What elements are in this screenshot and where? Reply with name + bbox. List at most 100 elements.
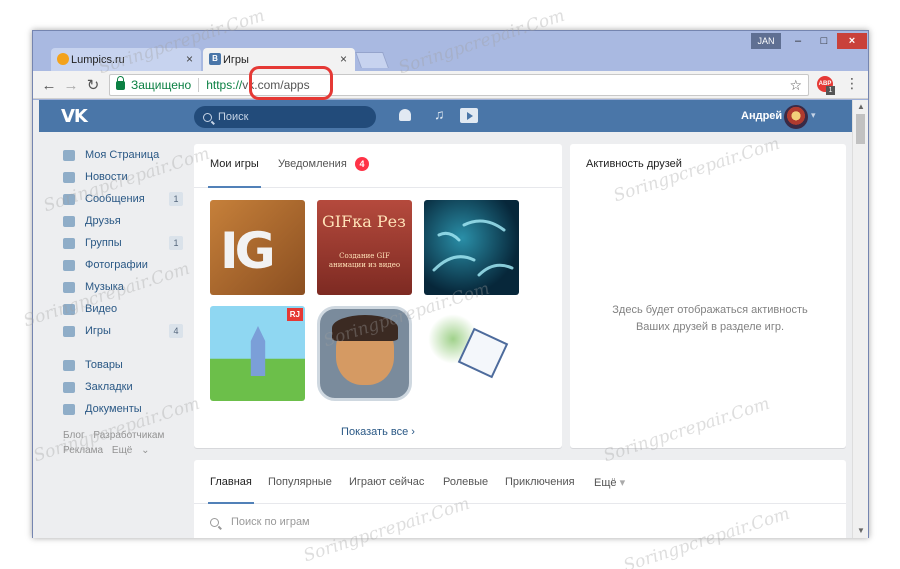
bell-icon[interactable] [399, 109, 411, 121]
vk-header: VK Поиск ♫ Андрей ▾ [39, 100, 852, 132]
home-icon [63, 149, 75, 161]
friends-activity-title: Активность друзей [586, 158, 682, 170]
avatar[interactable] [784, 105, 808, 129]
tab-lumpics[interactable]: Lumpics.ru × [51, 48, 201, 71]
camera-icon [63, 259, 75, 271]
scroll-down-arrow-icon[interactable]: ▼ [853, 524, 868, 538]
sidebar-item-label: Товары [85, 359, 123, 371]
show-all-label: Показать все [341, 426, 409, 438]
sidebar-item-games[interactable]: Игры 4 [63, 320, 183, 342]
sidebar-item-music[interactable]: Музыка [63, 276, 183, 298]
friends-icon [63, 215, 75, 227]
sidebar-item-label: Закладки [85, 381, 133, 393]
sidebar-item-label: Документы [85, 403, 142, 415]
friends-activity-panel: Активность друзей Здесь будет отображать… [570, 144, 846, 448]
sidebar-item-label: Фотографии [85, 259, 148, 271]
sidebar-item-documents[interactable]: Документы [63, 398, 183, 420]
close-window-button[interactable]: × [837, 33, 867, 49]
tab-more-label: Ещё [594, 477, 617, 489]
chevron-down-icon: ▾ [619, 477, 626, 489]
maximize-button[interactable]: □ [811, 33, 837, 49]
close-tab-icon[interactable]: × [340, 52, 347, 66]
scroll-thumb[interactable] [856, 114, 865, 144]
games-search-placeholder: Поиск по играм [231, 516, 310, 528]
search-placeholder: Поиск [218, 111, 249, 123]
game-tile-title: GIFка Рез [322, 212, 406, 231]
groups-icon [63, 237, 75, 249]
page-scrollbar[interactable]: ▲ ▼ [852, 100, 868, 538]
scroll-up-arrow-icon[interactable]: ▲ [853, 100, 868, 114]
sidebar-item-friends[interactable]: Друзья [63, 210, 183, 232]
reload-icon[interactable]: ↻ [83, 75, 103, 95]
footer-link-developers[interactable]: Разработчикам [93, 430, 164, 441]
browser-menu-icon[interactable]: ⋮ [845, 75, 859, 92]
chevron-down-icon[interactable]: ▾ [811, 110, 816, 121]
footer-link-more[interactable]: Ещё ⌄ [112, 445, 156, 456]
game-tile-dice[interactable] [424, 306, 519, 401]
tab-more[interactable]: Ещё ▾ [594, 476, 625, 489]
sidebar-item-groups[interactable]: Группы 1 [63, 232, 183, 254]
game-tile-bacteria[interactable] [424, 200, 519, 295]
vk-search-input[interactable]: Поиск [194, 106, 376, 128]
forward-arrow-icon[interactable]: → [61, 75, 81, 95]
tab-adventure[interactable]: Приключения [505, 476, 575, 488]
footer-link-blog[interactable]: Блог [63, 430, 85, 441]
game-tile-ig[interactable]: IG [210, 200, 305, 295]
game-tile-subtitle: Создание GIF анимации из видео [328, 252, 401, 269]
sidebar-item-label: Моя Страница [85, 149, 160, 161]
close-tab-icon[interactable]: × [186, 52, 193, 66]
tab-rpg[interactable]: Ролевые [443, 476, 488, 488]
game-tile-gifka[interactable]: GIFка Рез Создание GIF анимации из видео [317, 200, 412, 295]
sidebar-item-label: Новости [85, 171, 128, 183]
minimize-button[interactable]: – [785, 33, 811, 49]
empty-text-line: Здесь будет отображаться активность [612, 304, 808, 316]
url-highlight-annotation [249, 66, 333, 100]
game-tile-castle[interactable]: RJ [210, 306, 305, 401]
sidebar-item-label: Друзья [85, 215, 121, 227]
sidebar-item-my-page[interactable]: Моя Страница [63, 144, 183, 166]
games-search-input[interactable]: Поиск по играм [210, 516, 310, 528]
messages-icon [63, 193, 75, 205]
tab-title: Игры [223, 53, 249, 66]
browser-window: Lumpics.ru × B Игры × JAN – □ × ← → ↻ За… [32, 30, 869, 538]
bookmark-star-icon[interactable]: ☆ [789, 77, 802, 94]
sidebar-item-messages[interactable]: Сообщения 1 [63, 188, 183, 210]
play-icon[interactable] [460, 108, 478, 123]
back-arrow-icon[interactable]: ← [39, 75, 59, 95]
user-name[interactable]: Андрей [741, 110, 782, 122]
sidebar-item-bookmarks[interactable]: Закладки [63, 376, 183, 398]
adblock-count: 1 [826, 86, 835, 95]
tab-main[interactable]: Главная [208, 476, 254, 504]
sidebar-item-label: Игры [85, 325, 111, 337]
music-note-icon[interactable]: ♫ [434, 106, 445, 122]
game-tile-hero[interactable] [317, 306, 412, 401]
chevron-down-icon: ⌄ [141, 445, 150, 456]
hero-hair-image [332, 315, 398, 341]
tab-notifications[interactable]: Уведомления [278, 158, 347, 170]
tab-my-games[interactable]: Мои игры [208, 158, 261, 188]
search-icon [203, 112, 212, 122]
sidebar-item-video[interactable]: Видео [63, 298, 183, 320]
sidebar-item-goods[interactable]: Товары [63, 354, 183, 376]
bacteria-image [432, 219, 514, 277]
vk-logo[interactable]: VK [61, 106, 88, 127]
left-menu: Моя Страница Новости Сообщения 1 Друзья … [63, 144, 183, 458]
sidebar-item-news[interactable]: Новости [63, 166, 183, 188]
footer-link-ads[interactable]: Реклама [63, 445, 103, 456]
show-all-link[interactable]: Показать все › [194, 426, 562, 438]
castle-image [250, 326, 266, 376]
address-bar[interactable]: Защищено https:// vk .com/apps ☆ [109, 74, 809, 96]
counter-badge: 1 [169, 236, 183, 250]
url-scheme: https:// [206, 78, 243, 92]
sidebar-item-label: Музыка [85, 281, 124, 293]
tab-popular[interactable]: Популярные [268, 476, 332, 488]
page-viewport: VK Поиск ♫ Андрей ▾ Моя Страница Новости [33, 100, 868, 538]
sidebar-item-label: Сообщения [85, 193, 145, 205]
game-tile-text: IG [220, 222, 276, 280]
tab-title: Lumpics.ru [71, 53, 125, 66]
profile-badge[interactable]: JAN [751, 33, 781, 49]
new-tab-button[interactable] [355, 52, 389, 68]
notifications-badge: 4 [355, 157, 369, 171]
sidebar-item-photos[interactable]: Фотографии [63, 254, 183, 276]
tab-playing-now[interactable]: Играют сейчас [349, 476, 424, 488]
